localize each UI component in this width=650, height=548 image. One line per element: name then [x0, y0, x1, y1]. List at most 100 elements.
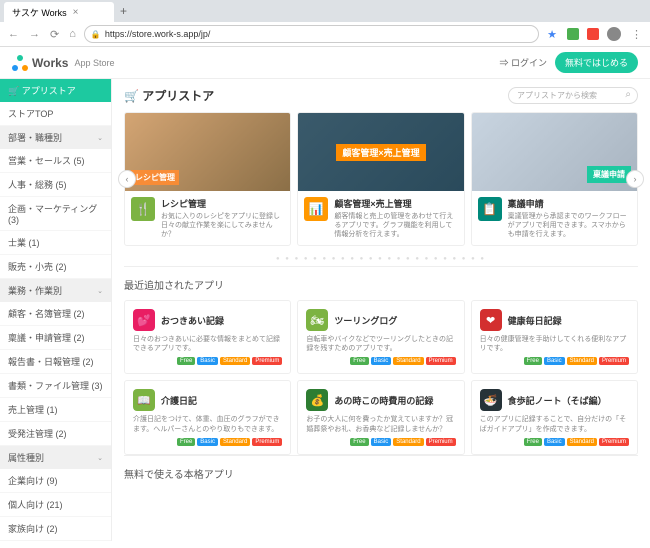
brand-name: Works: [32, 56, 68, 70]
sidebar: 🛒 アプリストア ストアTOP 部署・職種別⌄ 営業・セールス (5)人事・総務…: [0, 79, 112, 541]
featured-card[interactable]: 顧客管理×売上管理 📊 顧客管理×売上管理 顧客情報と売上の管理をあわせて行える…: [297, 112, 464, 246]
sidebar-item[interactable]: 報告書・日報管理 (2): [0, 350, 111, 374]
app-card[interactable]: 🍜 食歩記ノート（そば編） このアプリに記録することで、自分だけの「そばガイドア…: [471, 380, 638, 454]
sidebar-item[interactable]: 営業・セールス (5): [0, 149, 111, 173]
sidebar-heading: 🛒 アプリストア: [0, 79, 111, 102]
app-icon: ❤: [480, 309, 502, 331]
sidebar-item[interactable]: 販売・小売 (2): [0, 255, 111, 279]
chevron-down-icon: ⌄: [97, 134, 103, 142]
card-title: レシピ管理: [161, 197, 284, 210]
app-title: 介護日記: [161, 394, 197, 407]
recent-grid: 💕 おつきあい記録 日々のおつきあいに必要な情報をまとめて記録できるアプリです。…: [124, 300, 638, 454]
carousel-next-button[interactable]: ›: [626, 170, 644, 188]
app-icon: 🍜: [480, 389, 502, 411]
url-text: https://store.work-s.app/jp/: [105, 29, 211, 39]
page-title: 🛒 アプリストア: [124, 87, 214, 104]
card-desc: 稟議管理から承認までのワークフローがアプリで利用できます。スマホからも申請を行え…: [508, 212, 631, 239]
back-button[interactable]: ←: [6, 28, 21, 40]
app-title: あの時この時費用の記録: [334, 394, 433, 407]
search-input[interactable]: アプリストアから検索: [508, 87, 638, 104]
app-icon: 📋: [478, 197, 502, 221]
sidebar-item[interactable]: 人事・総務 (5): [0, 173, 111, 197]
forward-button[interactable]: →: [27, 28, 42, 40]
tab-bar: サスケ Works × +: [0, 0, 650, 22]
free-section-title: 無料で使える本格アプリ: [124, 455, 638, 489]
star-icon[interactable]: ★: [545, 28, 559, 41]
app-icon: 📖: [133, 389, 155, 411]
login-link[interactable]: ⇒ ログイン: [499, 56, 547, 69]
sidebar-item[interactable]: 顧客・名簿管理 (2): [0, 302, 111, 326]
reload-button[interactable]: ⟳: [48, 28, 61, 41]
card-image: レシピ管理: [125, 113, 290, 191]
extension-icon[interactable]: [567, 28, 579, 40]
main-content: 🛒 アプリストア アプリストアから検索 ‹ › レシピ管理 🍴 レシピ管理 お気…: [112, 79, 650, 541]
plan-badges: FreeBasicStandardPremium: [480, 438, 629, 446]
sidebar-item[interactable]: 企画・マーケティング (3): [0, 197, 111, 231]
carousel-prev-button[interactable]: ‹: [118, 170, 136, 188]
app-card[interactable]: ❤ 健康毎日記録 日々の健康管理を手助けしてくれる便利なアプリです。 FreeB…: [471, 300, 638, 374]
sidebar-item[interactable]: 家族向け (2): [0, 517, 111, 541]
sidebar-item[interactable]: 企業向け (9): [0, 469, 111, 493]
plan-badges: FreeBasicStandardPremium: [306, 438, 455, 446]
start-button[interactable]: 無料ではじめる: [555, 52, 638, 73]
app-icon: 🏍: [306, 309, 328, 331]
recent-section-title: 最近追加されたアプリ: [124, 266, 638, 300]
chevron-down-icon: ⌄: [97, 454, 103, 462]
carousel-dots[interactable]: ● ● ● ● ● ● ● ● ● ● ● ● ● ● ● ● ● ● ● ● …: [124, 252, 638, 266]
featured-card[interactable]: 稟議申請 📋 稟議申請 稟議管理から承認までのワークフローがアプリで利用できます…: [471, 112, 638, 246]
sidebar-category-dept[interactable]: 部署・職種別⌄: [0, 126, 111, 149]
app-title: 健康毎日記録: [508, 314, 562, 327]
sidebar-category-attr[interactable]: 属性種別⌄: [0, 446, 111, 469]
card-desc: 顧客情報と売上の管理をあわせて行えるアプリです。グラフ機能を利用して情報分析を行…: [334, 212, 457, 239]
app-desc: 日々の健康管理を手助けしてくれる便利なアプリです。: [480, 335, 629, 353]
logo[interactable]: Works App Store: [12, 55, 115, 71]
sidebar-item-top[interactable]: ストアTOP: [0, 102, 111, 126]
featured-carousel: ‹ › レシピ管理 🍴 レシピ管理 お気に入りのレシピをアプリに登録し日々の献立…: [124, 112, 638, 246]
app-icon: 💰: [306, 389, 328, 411]
extension-icon[interactable]: [587, 28, 599, 40]
sidebar-item[interactable]: 書類・ファイル管理 (3): [0, 374, 111, 398]
app-desc: 日々のおつきあいに必要な情報をまとめて記録できるアプリです。: [133, 335, 282, 353]
page-header: Works App Store ⇒ ログイン 無料ではじめる: [0, 47, 650, 79]
card-image: 顧客管理×売上管理: [298, 113, 463, 191]
sidebar-item[interactable]: 個人向け (21): [0, 493, 111, 517]
url-input[interactable]: 🔒 https://store.work-s.app/jp/: [84, 25, 539, 43]
brand-sub: App Store: [74, 58, 114, 68]
tab-title: サスケ Works: [12, 6, 67, 19]
app-card[interactable]: 📖 介護日記 介護日記をつけて、体重、血圧のグラフができます。ヘルパーさんとのや…: [124, 380, 291, 454]
app-title: 食歩記ノート（そば編）: [508, 394, 607, 407]
profile-avatar[interactable]: [607, 27, 621, 41]
app-title: おつきあい記録: [161, 314, 224, 327]
card-title: 顧客管理×売上管理: [334, 197, 457, 210]
plan-badges: FreeBasicStandardPremium: [306, 357, 455, 365]
card-image: 稟議申請: [472, 113, 637, 191]
lock-icon: 🔒: [91, 30, 101, 39]
chevron-down-icon: ⌄: [97, 287, 103, 295]
app-icon: 💕: [133, 309, 155, 331]
app-icon: 🍴: [131, 197, 155, 221]
sidebar-category-work[interactable]: 業務・作業別⌄: [0, 279, 111, 302]
app-card[interactable]: 💕 おつきあい記録 日々のおつきあいに必要な情報をまとめて記録できるアプリです。…: [124, 300, 291, 374]
sidebar-item[interactable]: 士業 (1): [0, 231, 111, 255]
plan-badges: FreeBasicStandardPremium: [133, 438, 282, 446]
app-icon: 📊: [304, 197, 328, 221]
app-card[interactable]: 🏍 ツーリングログ 自転車やバイクなどでツーリングしたときの記録を残すためのアプ…: [297, 300, 464, 374]
featured-card[interactable]: レシピ管理 🍴 レシピ管理 お気に入りのレシピをアプリに登録し日々の献立作業を楽…: [124, 112, 291, 246]
address-bar: ← → ⟳ ⌂ 🔒 https://store.work-s.app/jp/ ★…: [0, 22, 650, 46]
sidebar-item[interactable]: 稟議・申請管理 (2): [0, 326, 111, 350]
plan-badges: FreeBasicStandardPremium: [133, 357, 282, 365]
close-icon[interactable]: ×: [73, 7, 79, 18]
new-tab-button[interactable]: +: [114, 0, 133, 22]
sidebar-item[interactable]: 受発注管理 (2): [0, 422, 111, 446]
app-desc: 自転車やバイクなどでツーリングしたときの記録を残すためのアプリです。: [306, 335, 455, 353]
home-button[interactable]: ⌂: [67, 28, 78, 40]
menu-icon[interactable]: ⋮: [629, 28, 644, 41]
app-desc: このアプリに記録することで、自分だけの「そばガイドアプリ」を作成できます。: [480, 415, 629, 433]
card-title: 稟議申請: [508, 197, 631, 210]
plan-badges: FreeBasicStandardPremium: [480, 357, 629, 365]
app-card[interactable]: 💰 あの時この時費用の記録 お子の大人に何を費ったか覚えていますか？冠婚葬祭やお…: [297, 380, 464, 454]
browser-tab[interactable]: サスケ Works ×: [4, 2, 114, 22]
app-desc: 介護日記をつけて、体重、血圧のグラフができます。ヘルパーさんとのやり取りもできま…: [133, 415, 282, 433]
sidebar-item[interactable]: 売上管理 (1): [0, 398, 111, 422]
card-desc: お気に入りのレシピをアプリに登録し日々の献立作業を楽にしてみませんか？: [161, 212, 284, 239]
